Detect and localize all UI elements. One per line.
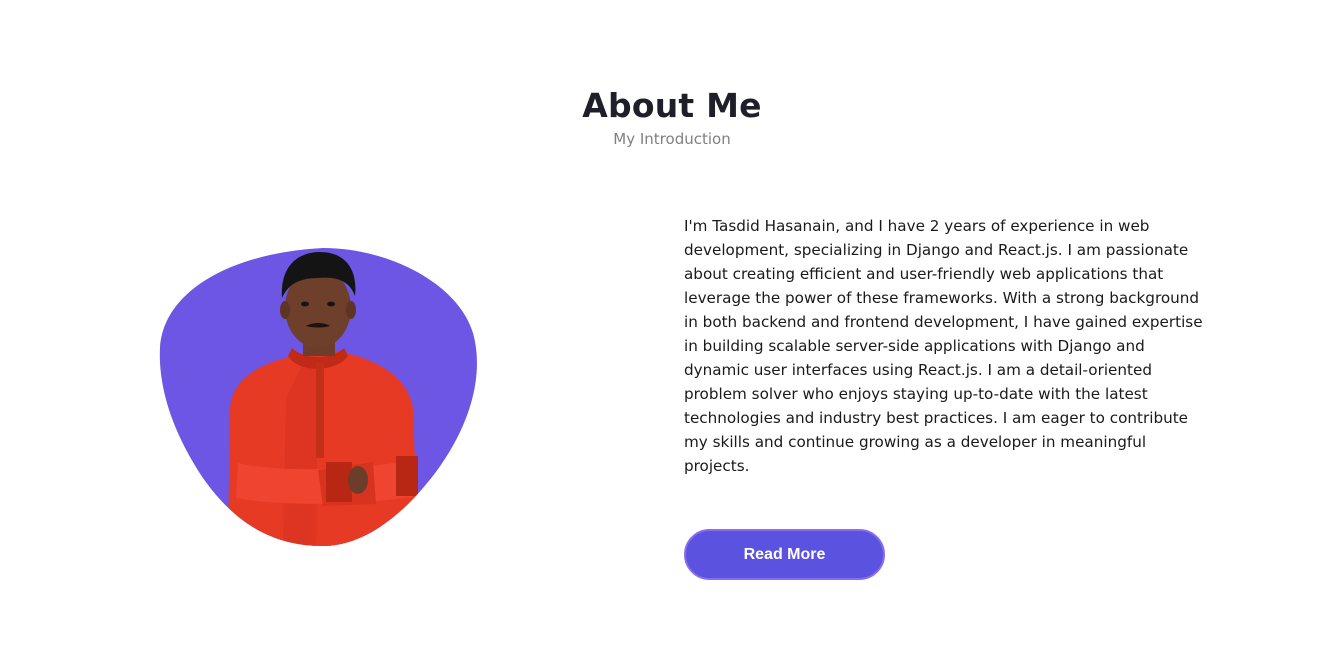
about-description: I'm Tasdid Hasanain, and I have 2 years … bbox=[684, 217, 1203, 475]
profile-photo bbox=[158, 248, 480, 546]
about-section: About Me My Introduction I'm Tasdid Hasa… bbox=[0, 0, 1344, 646]
section-title: About Me bbox=[582, 86, 762, 125]
read-more-button[interactable]: Read More bbox=[684, 529, 885, 580]
section-subtitle: My Introduction bbox=[613, 130, 731, 148]
